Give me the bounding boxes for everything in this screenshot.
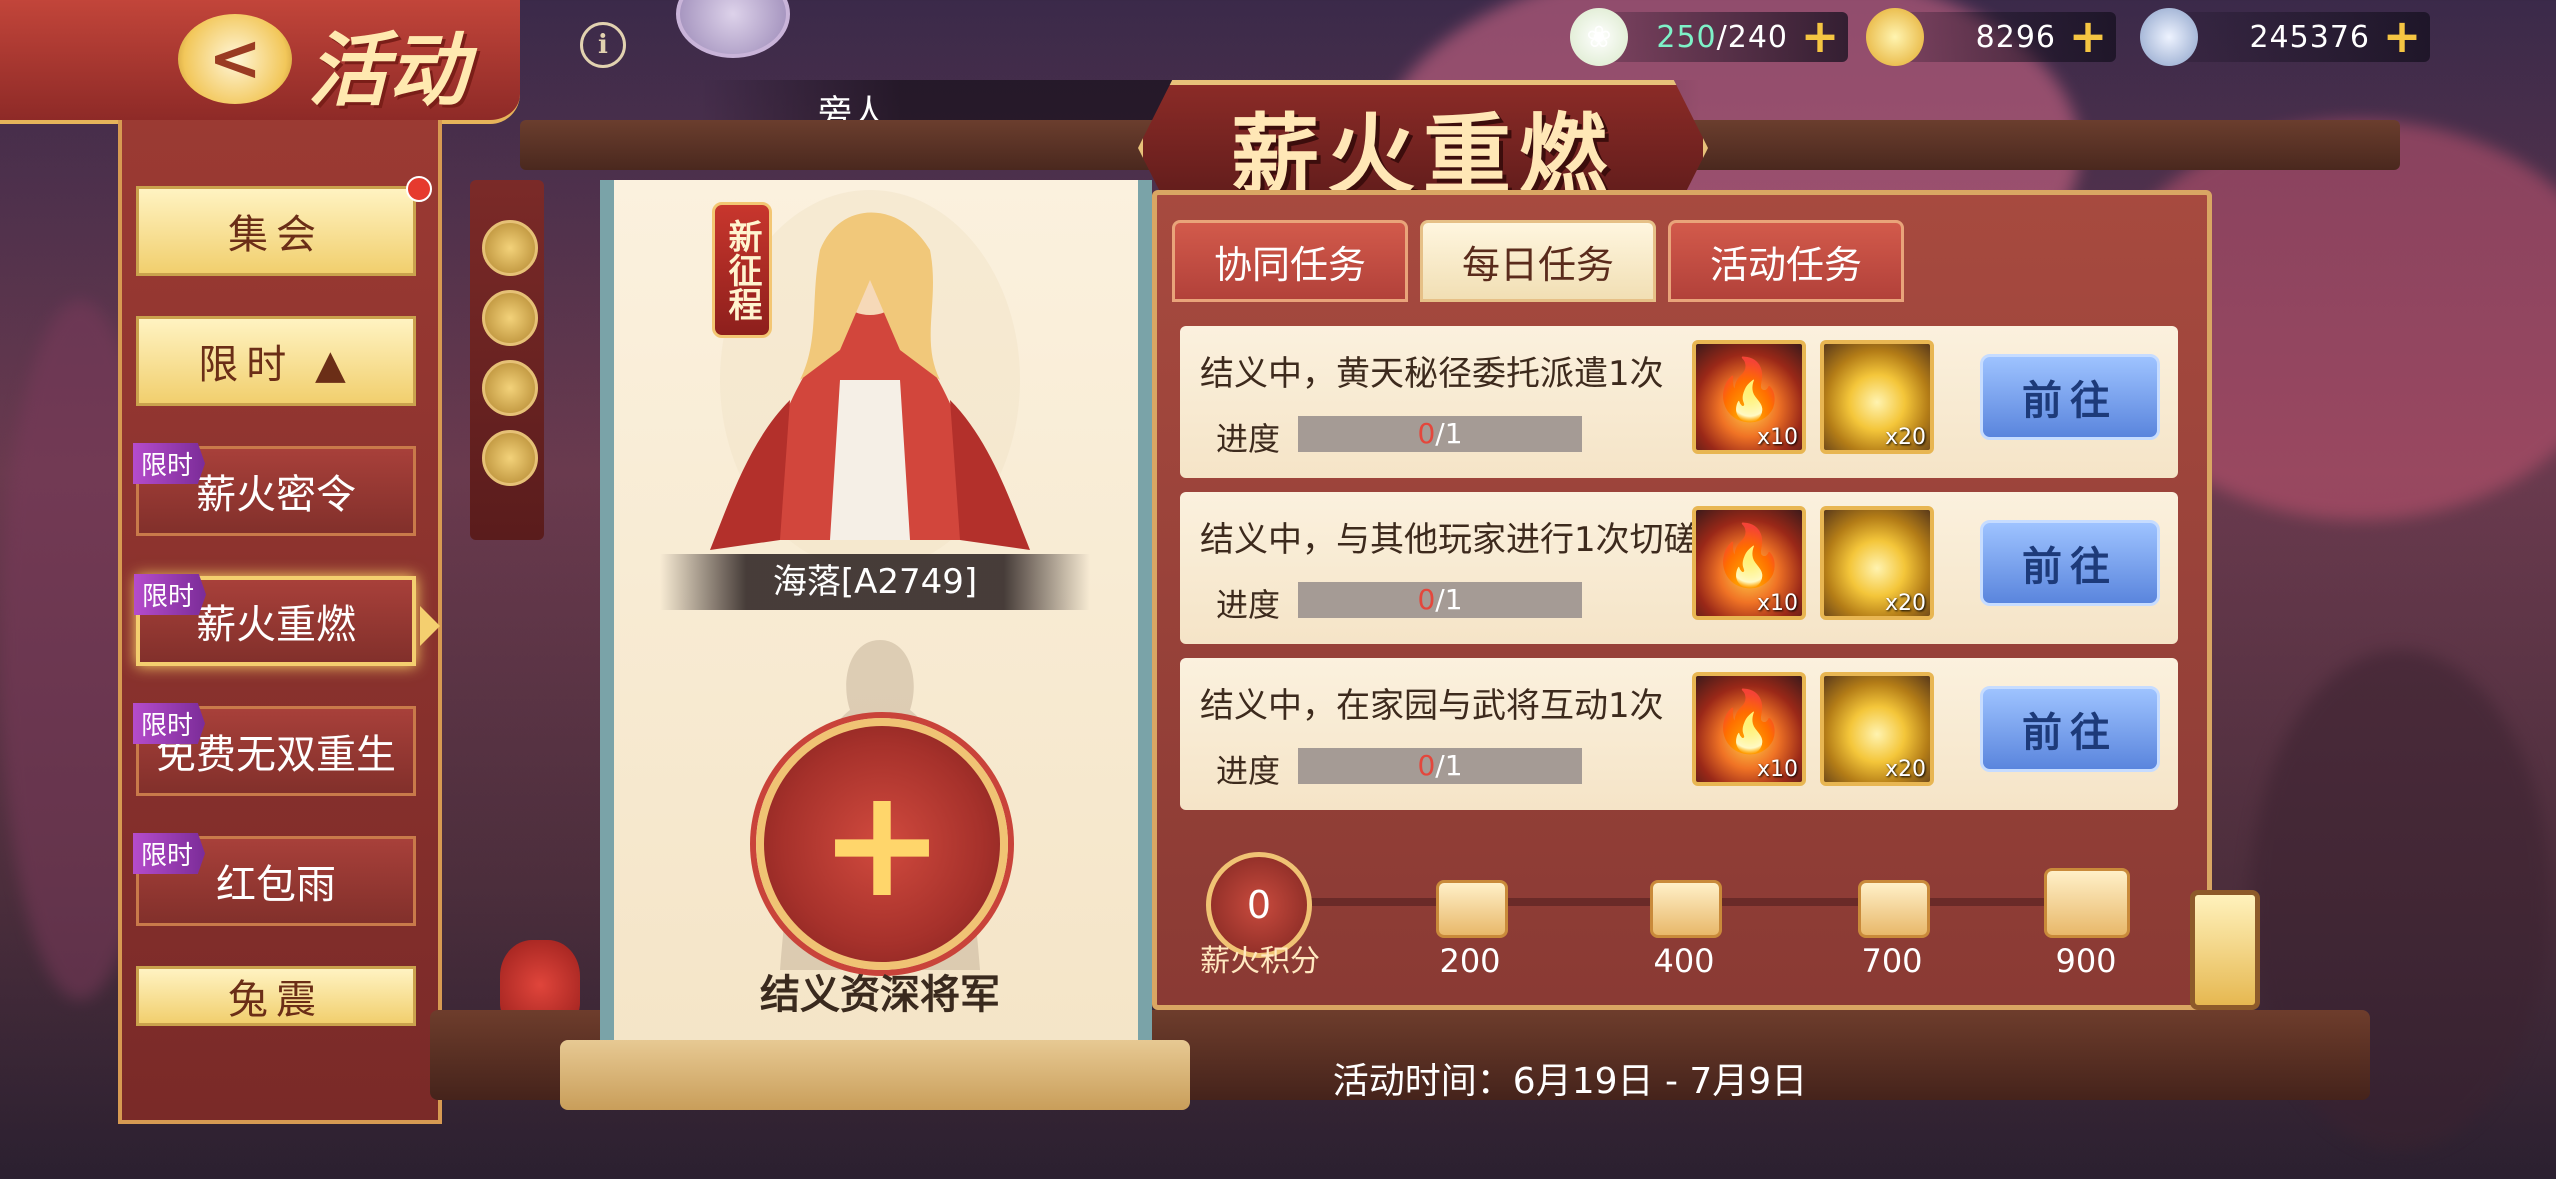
general-portrait[interactable] xyxy=(640,180,1100,580)
progress-bar: 0/1 xyxy=(1298,416,1582,452)
silver-coin-icon xyxy=(2140,8,2198,66)
stamina-value: 250/240 xyxy=(1656,19,1788,55)
task-row: 结义中，黄天秘径委托派遣1次 进度 0/1 🔥 x10 x20 前往 xyxy=(1180,326,2178,478)
milestone-value: 200 xyxy=(1439,942,1501,980)
sidebar-item-label: 薪火密令 xyxy=(196,472,356,518)
points-label: 薪火积分 xyxy=(1200,944,1320,979)
plus-icon: + xyxy=(819,757,945,931)
sidebar-item-label: 红包雨 xyxy=(216,862,336,908)
add-general-button[interactable]: + xyxy=(756,718,1008,970)
tab-cooperative-tasks[interactable]: 协同任务 xyxy=(1172,220,1408,302)
coin-icon xyxy=(482,360,538,416)
silver-value: 245376 xyxy=(2249,19,2370,55)
sidebar-item-partial[interactable]: 兔震 xyxy=(136,966,416,1026)
stamina-counter: ❀ 250/240 + xyxy=(1570,8,1848,66)
recruit-label: 结义资深将军 xyxy=(760,972,1000,1018)
go-button[interactable]: 前往 xyxy=(1980,686,2160,772)
go-button[interactable]: 前往 xyxy=(1980,520,2160,606)
selected-arrow-icon xyxy=(420,606,440,646)
activity-header: < 活动 xyxy=(0,0,520,124)
limited-tag: 限时 xyxy=(133,833,206,874)
page-title: 活动 xyxy=(308,23,468,117)
milestone-value: 700 xyxy=(1861,942,1923,980)
reward-gold-ingot-icon[interactable]: x20 xyxy=(1820,506,1934,620)
tab-event-tasks[interactable]: 活动任务 xyxy=(1668,220,1904,302)
reward-qty: x20 xyxy=(1884,591,1926,616)
progress-label: 进度 xyxy=(1216,586,1281,624)
progress-label: 进度 xyxy=(1216,420,1281,458)
notification-dot xyxy=(406,176,432,202)
points-value: 0 xyxy=(1246,883,1272,927)
sidebar-item-xinhuo-miling[interactable]: 限时 薪火密令 xyxy=(133,443,416,536)
sidebar-item-label: 限时 ▲ xyxy=(198,342,354,388)
limited-tag: 限时 xyxy=(133,443,206,484)
add-gold-button[interactable]: + xyxy=(2068,13,2108,59)
gold-counter: 8296 + xyxy=(1866,8,2116,66)
chest-icon[interactable] xyxy=(1650,880,1722,938)
task-row: 结义中，在家园与武将互动1次 进度 0/1 🔥 x10 x20 前往 xyxy=(1180,658,2178,810)
limited-tag: 限时 xyxy=(133,703,206,744)
reward-qty: x10 xyxy=(1756,425,1798,450)
limited-tag: 限时 xyxy=(134,574,207,615)
task-row: 结义中，与其他玩家进行1次切磋 进度 0/1 🔥 x10 x20 前往 xyxy=(1180,492,2178,644)
new-journey-label: 新征程 xyxy=(722,219,762,321)
back-button[interactable]: < xyxy=(178,14,292,104)
sidebar-item-label: 兔震 xyxy=(228,977,324,1023)
progress-current: 0 xyxy=(1417,417,1436,450)
add-silver-button[interactable]: + xyxy=(2382,13,2422,59)
progress-total: /1 xyxy=(1435,749,1463,782)
reward-qty: x20 xyxy=(1884,757,1926,782)
add-stamina-button[interactable]: + xyxy=(1800,13,1840,59)
progress-label: 进度 xyxy=(1216,752,1281,790)
task-title: 结义中，黄天秘径委托派遣1次 xyxy=(1200,354,1664,394)
progress-current: 0 xyxy=(1417,583,1436,616)
sidebar-item-limited-header[interactable]: 限时 ▲ xyxy=(136,316,416,406)
task-title: 结义中，在家园与武将互动1次 xyxy=(1200,686,1664,726)
progress-current: 0 xyxy=(1417,749,1436,782)
sidebar-item-label: 薪火重燃 xyxy=(196,602,356,648)
activity-sidebar: 集会 限时 ▲ 限时 薪火密令 限时 薪火重燃 限时 免费无双重生 限时 红包雨… xyxy=(118,120,442,1124)
sidebar-item-free-rebirth[interactable]: 限时 免费无双重生 xyxy=(133,703,416,796)
event-time: 活动时间：6月19日 - 7月9日 xyxy=(1332,1061,1808,1102)
general-name: 海落[A2749] xyxy=(660,554,1090,610)
gold-ingot-icon xyxy=(1866,8,1924,66)
reward-gold-ingot-icon[interactable]: x20 xyxy=(1820,340,1934,454)
reward-fire-icon[interactable]: 🔥 x10 xyxy=(1692,672,1806,786)
scroll-roller xyxy=(560,1040,1190,1110)
player-avatar[interactable] xyxy=(676,0,790,58)
progress-total: /1 xyxy=(1435,417,1463,450)
back-arrow-icon: < xyxy=(208,22,262,96)
sidebar-item-label: 集会 xyxy=(228,212,324,258)
reward-gold-ingot-icon[interactable]: x20 xyxy=(1820,672,1934,786)
reward-fire-icon[interactable]: 🔥 x10 xyxy=(1692,340,1806,454)
chest-icon[interactable] xyxy=(1858,880,1930,938)
reward-fire-icon[interactable]: 🔥 x10 xyxy=(1692,506,1806,620)
large-chest-icon[interactable] xyxy=(2044,868,2130,938)
reward-qty: x10 xyxy=(1756,757,1798,782)
sidebar-item-gathering[interactable]: 集会 xyxy=(136,186,416,276)
sidebar-item-xinhuo-chongran[interactable]: 限时 薪火重燃 xyxy=(134,574,416,666)
silver-counter: 245376 + xyxy=(2140,8,2430,66)
go-button[interactable]: 前往 xyxy=(1980,354,2160,440)
sidebar-item-red-envelope-rain[interactable]: 限时 红包雨 xyxy=(133,833,416,926)
reward-qty: x20 xyxy=(1884,425,1926,450)
coin-icon xyxy=(482,220,538,276)
new-journey-tag: 新征程 xyxy=(712,202,772,338)
milestone-value: 900 xyxy=(2055,942,2117,980)
coin-icon xyxy=(482,430,538,486)
task-title: 结义中，与其他玩家进行1次切磋 xyxy=(1200,520,1698,560)
milestone-value: 400 xyxy=(1653,942,1715,980)
progress-bar: 0/1 xyxy=(1298,582,1582,618)
reward-qty: x10 xyxy=(1756,591,1798,616)
coin-icon xyxy=(482,290,538,346)
tab-daily-tasks[interactable]: 每日任务 xyxy=(1420,220,1656,302)
gold-value: 8296 xyxy=(1975,19,2056,55)
progress-total: /1 xyxy=(1435,583,1463,616)
info-icon[interactable]: i xyxy=(580,22,626,68)
bun-stamina-icon: ❀ xyxy=(1570,8,1628,66)
progress-bar: 0/1 xyxy=(1298,748,1582,784)
lantern-icon xyxy=(2190,890,2260,1010)
chest-icon[interactable] xyxy=(1436,880,1508,938)
